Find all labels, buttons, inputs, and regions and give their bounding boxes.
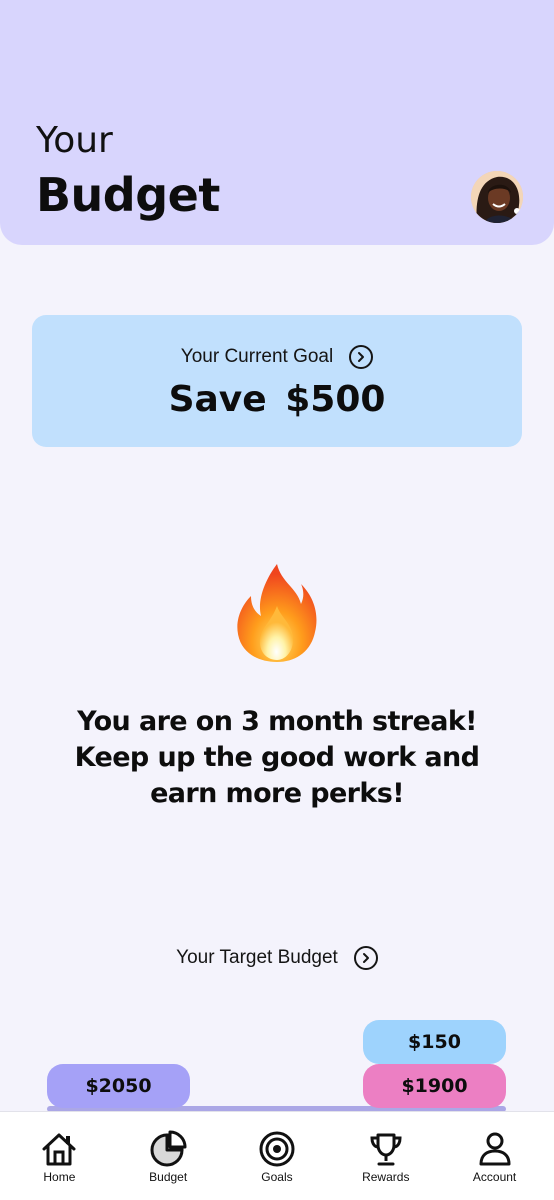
streak-message: You are on 3 month streak! Keep up the g… [74,706,480,809]
current-goal-card[interactable]: Your Current Goal Save $500 [32,315,522,447]
budget-pill-total[interactable]: $2050 [47,1064,190,1108]
person-icon [479,1132,511,1166]
target-budget-row: Your Target Budget [0,946,554,970]
fire-icon [237,564,317,662]
budget-screen: Your Budget Your Current Goal Save $500 … [0,0,554,1200]
page-title: Budget [36,168,220,222]
chevron-right-icon [362,953,369,963]
pie-chart-icon [150,1130,187,1167]
avatar-image [471,171,523,223]
chevron-right-icon [358,352,365,362]
goal-label-row: Your Current Goal [32,345,522,369]
nav-item-goals[interactable]: Goals [227,1112,327,1184]
nav-label-home: Home [43,1170,76,1184]
trophy-icon [370,1133,402,1166]
home-icon [42,1133,76,1166]
nav-item-budget[interactable]: Budget [118,1112,218,1184]
header-subtitle: Your [36,120,113,161]
nav-label-budget: Budget [149,1170,188,1184]
goal-label: Your Current Goal [180,346,334,367]
nav-item-home[interactable]: Home [9,1112,109,1184]
budget-pill-spent[interactable]: $1900 [363,1064,506,1108]
goal-value: Save $500 [168,379,386,420]
goal-chevron-button[interactable] [349,345,374,369]
nav-label-rewards: Rewards [362,1170,410,1184]
nav-item-account[interactable]: Account [445,1112,545,1184]
target-chevron-button[interactable] [353,946,378,970]
nav-item-rewards[interactable]: Rewards [336,1112,436,1184]
header: Your Budget [0,0,554,245]
target-icon [259,1131,295,1167]
avatar[interactable] [471,171,523,223]
nav-label-account: Account [472,1170,517,1184]
nav-label-goals: Goals [261,1170,293,1184]
bottom-nav: Home Budget Goals Rewards Account [0,1111,554,1200]
budget-pill-remaining[interactable]: $150 [363,1020,506,1064]
target-budget-label: Your Target Budget [176,947,338,968]
